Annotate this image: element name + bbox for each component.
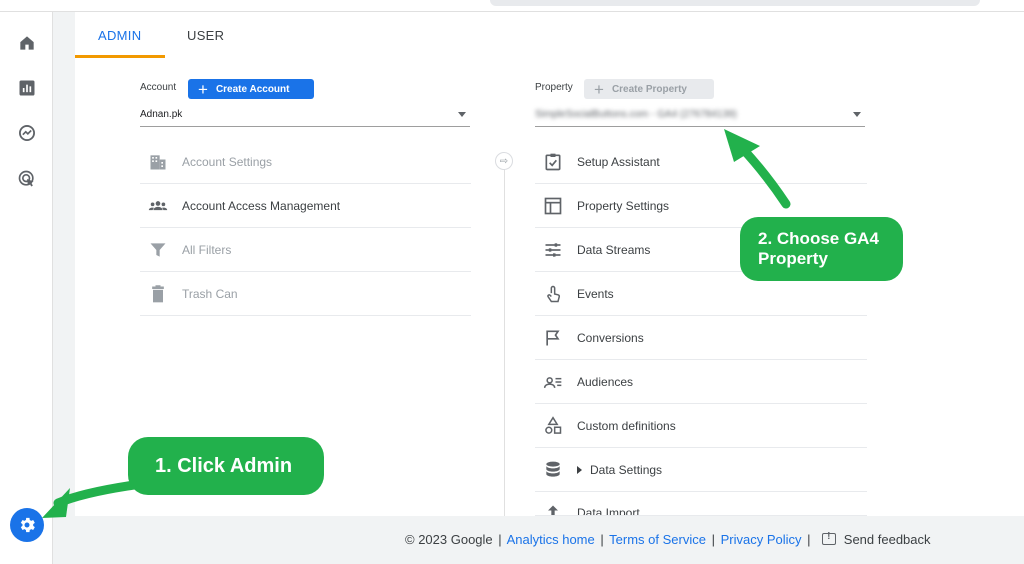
arrow-right-icon: ⇨ [495,152,513,170]
tab-user[interactable]: USER [187,28,224,43]
step-2-callout: 2. Choose GA4 Property [740,217,903,281]
audience-icon [542,371,564,393]
active-tab-indicator [75,55,165,58]
left-nav [0,12,53,564]
data-import-item[interactable]: Data Import [535,492,867,516]
data-settings-label: Data Settings [590,462,663,477]
trash-icon [147,283,169,305]
shapes-icon [542,415,564,437]
data-import-label: Data Import [577,506,640,516]
step-1-text: 1. Click Admin [155,454,293,477]
property-selector[interactable]: SimpleSocialButtons.com - GA4 (276784139… [535,105,865,127]
tab-admin[interactable]: ADMIN [98,28,141,43]
copyright-text: © 2023 Google [405,532,493,547]
privacy-policy-link[interactable]: Privacy Policy [721,532,802,547]
trash-can-item[interactable]: Trash Can [140,272,471,316]
touch-icon [542,283,564,305]
filter-icon [147,239,169,261]
conversions-label: Conversions [577,330,644,345]
top-bar [0,0,1024,12]
property-label: Property [535,82,573,93]
data-streams-label: Data Streams [577,242,651,257]
account-settings-item[interactable]: Account Settings [140,140,471,184]
events-label: Events [577,286,614,301]
expand-arrow-icon[interactable] [577,465,582,474]
flag-icon [542,327,564,349]
tab-bar: ADMIN USER [75,12,1024,58]
custom-definitions-item[interactable]: Custom definitions [535,404,867,448]
people-icon [147,195,169,217]
streams-icon [542,239,564,261]
create-account-label: Create Account [215,83,290,95]
custom-definitions-label: Custom definitions [577,418,676,433]
all-filters-label: All Filters [182,242,232,257]
home-icon[interactable] [16,32,38,54]
layout-icon [542,195,564,217]
trash-can-label: Trash Can [182,286,238,301]
column-divider [504,160,505,516]
account-label: Account [140,82,177,93]
step-1-callout: 1. Click Admin [128,437,324,495]
explore-icon[interactable] [16,122,38,144]
account-selected: Adnan.pk [140,109,183,120]
data-settings-item[interactable]: Data Settings [535,448,867,492]
chevron-down-icon [853,112,861,117]
feedback-icon[interactable] [822,531,837,545]
setup-assistant-label: Setup Assistant [577,154,660,169]
upload-icon [542,505,564,515]
terms-of-service-link[interactable]: Terms of Service [609,532,706,547]
create-account-button[interactable]: + Create Account [188,79,314,99]
advertising-icon[interactable] [16,168,38,190]
reports-icon[interactable] [16,77,38,99]
step-2-text-line2: Property [758,249,828,268]
all-filters-item[interactable]: All Filters [140,228,471,272]
create-property-label: Create Property [611,83,687,95]
account-access-management-label: Account Access Management [182,198,341,213]
analytics-home-link[interactable]: Analytics home [507,532,595,547]
building-icon [147,151,169,173]
admin-gear-icon[interactable] [10,508,44,542]
send-feedback-link[interactable]: Send feedback [844,532,931,547]
plus-icon: + [198,79,208,99]
audiences-item[interactable]: Audiences [535,360,867,404]
property-settings-label: Property Settings [577,198,670,213]
create-property-button[interactable]: + Create Property [584,79,714,99]
conversions-item[interactable]: Conversions [535,316,867,360]
chevron-down-icon [458,112,466,117]
audiences-label: Audiences [577,374,634,389]
step-2-text-line1: 2. Choose GA4 [758,229,879,248]
account-access-management-item[interactable]: Account Access Management [140,184,471,228]
search-bar[interactable] [490,0,980,6]
database-icon [542,459,564,481]
account-settings-label: Account Settings [182,154,273,169]
plus-icon: + [594,79,604,99]
account-selector[interactable]: Adnan.pk [140,105,470,127]
property-selected: SimpleSocialButtons.com - GA4 (276784139… [535,109,737,120]
checklist-icon [542,151,564,173]
footer: © 2023 Google | Analytics home | Terms o… [53,516,1024,564]
setup-assistant-item[interactable]: Setup Assistant [535,140,867,184]
